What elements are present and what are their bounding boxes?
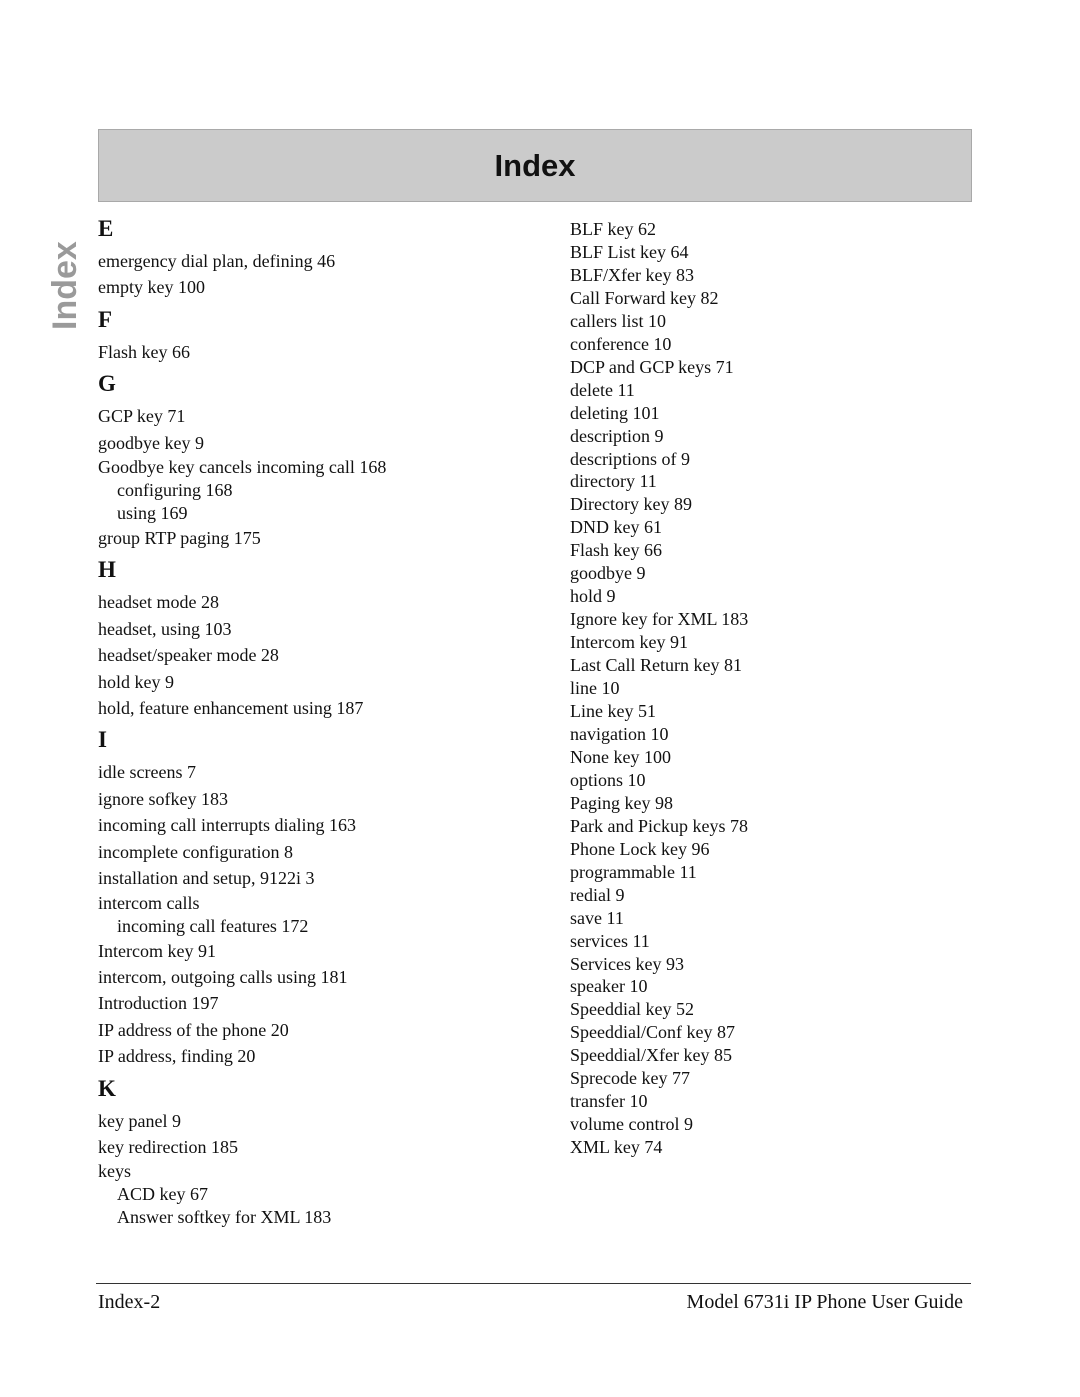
index-entry: headset mode 28 — [98, 592, 219, 613]
index-subentry: XML key 74 — [570, 1137, 663, 1158]
index-letter-group: G GCP key 71 goodbye key 9 Goodbye key canc… — [98, 371, 538, 551]
index-subentry: Line key 51 — [570, 701, 656, 722]
index-subentry: goodbye 9 — [570, 563, 646, 584]
index-letter-group: Eemergency dial plan, defining 46 empty k… — [98, 216, 538, 301]
index-subentry: BLF/Xfer key 83 — [570, 264, 694, 285]
index-entry: incoming call interrupts dialing 163 — [98, 815, 356, 836]
index-subentry: Speeddial key 52 — [570, 999, 694, 1020]
index-entry: headset, using 103 — [98, 618, 232, 639]
index-subentry: services 11 — [570, 930, 650, 951]
index-subentry: DCP and GCP keys 71 — [570, 356, 734, 377]
index-subentry: callers list 10 — [570, 310, 666, 331]
index-subentry: Call Forward key 82 — [570, 287, 719, 308]
index-subentry: Ignore key for XML 183 — [570, 609, 749, 630]
index-subentry: navigation 10 — [570, 723, 669, 744]
index-entry: idle screens 7 — [98, 762, 196, 783]
index-subentry: Last Call Return key 81 — [570, 655, 742, 676]
index-subentry: line 10 — [570, 678, 620, 699]
index-entry: hold, feature enhancement using 187 — [98, 698, 364, 719]
index-subentry: using 169 — [117, 503, 188, 524]
index-entry: Introduction 197 — [98, 993, 219, 1014]
index-subentry: Directory key 89 — [570, 494, 692, 515]
index-right-column: BLF key 62 BLF List key 64 BLF/Xfer key 83… — [570, 218, 970, 1159]
index-entry: key redirection 185 — [98, 1136, 238, 1157]
index-subentry: speaker 10 — [570, 976, 648, 997]
index-subentry: delete 11 — [570, 379, 635, 400]
index-subentry: conference 10 — [570, 333, 672, 354]
index-letter-heading: I — [98, 727, 107, 753]
index-subentry: Phone Lock key 96 — [570, 838, 710, 859]
page-title: Index — [494, 147, 576, 183]
index-subentry: Sprecode key 77 — [570, 1068, 690, 1089]
index-entry: IP address of the phone 20 — [98, 1019, 289, 1040]
index-letter-group: Kkey panel 9 key redirection 185 keys ACD k… — [98, 1076, 538, 1230]
index-entry: intercom, outgoing calls using 181 — [98, 966, 348, 987]
index-letter-heading: G — [98, 371, 116, 397]
footer-document-title: Model 6731i IP Phone User Guide — [686, 1291, 963, 1313]
index-subentry: directory 11 — [570, 471, 657, 492]
index-entry: headset/speaker mode 28 — [98, 645, 279, 666]
index-subentry: configuring 168 — [117, 480, 233, 501]
index-subentry: options 10 — [570, 769, 646, 790]
index-entry: empty key 100 — [98, 277, 205, 298]
index-header-banner: Index — [98, 129, 972, 202]
index-subentry: descriptions of 9 — [570, 448, 690, 469]
index-letter-group: Iidle screens 7 ignore sofkey 183 incoming… — [98, 727, 538, 1069]
index-entry: group RTP paging 175 — [98, 528, 261, 549]
index-letter-heading: H — [98, 557, 116, 583]
index-subentry: description 9 — [570, 425, 664, 446]
index-entry: Flash key 66 — [98, 341, 190, 362]
index-subentry: Speeddial/Xfer key 85 — [570, 1045, 732, 1066]
index-subentry: Flash key 66 — [570, 540, 662, 561]
index-entry: GCP key 71 — [98, 406, 186, 427]
index-entry: installation and setup, 9122i 3 — [98, 868, 315, 889]
index-entry: Intercom key 91 — [98, 940, 216, 961]
index-subentry: BLF List key 64 — [570, 241, 689, 262]
index-entry: intercom calls — [98, 892, 200, 913]
index-subentry: hold 9 — [570, 586, 616, 607]
index-left-column: Eemergency dial plan, defining 46 empty k… — [98, 216, 538, 1235]
index-subentry: DND key 61 — [570, 517, 662, 538]
footer-page-number: Index-2 — [98, 1291, 161, 1313]
index-subentry: Answer softkey for XML 183 — [117, 1207, 332, 1228]
index-entry: Goodbye key cancels incoming call 168 — [98, 457, 387, 478]
index-subentry: incoming call features 172 — [117, 915, 309, 936]
index-subentry: save 11 — [570, 907, 624, 928]
index-entry: emergency dial plan, defining 46 — [98, 251, 336, 271]
index-subentry: redial 9 — [570, 884, 625, 905]
index-letter-heading: F — [98, 306, 113, 332]
index-subentry: Paging key 98 — [570, 792, 673, 813]
index-subentry: Park and Pickup keys 78 — [570, 815, 748, 836]
footer-divider — [96, 1283, 971, 1284]
index-entry: ignore sofkey 183 — [98, 788, 228, 809]
index-entry: incomplete configuration 8 — [98, 841, 293, 862]
index-entry: keys — [98, 1161, 131, 1182]
section-side-tab: Index — [46, 241, 84, 330]
index-entry: hold key 9 — [98, 671, 174, 692]
index-subentry: Services key 93 — [570, 953, 684, 974]
index-entry: key panel 9 — [98, 1110, 181, 1131]
index-subentry: programmable 11 — [570, 861, 697, 882]
index-letter-group: Hheadset mode 28 headset, using 103 headse… — [98, 557, 538, 721]
index-subentry: volume control 9 — [570, 1114, 693, 1135]
index-subentry: ACD key 67 — [117, 1184, 208, 1205]
index-subentry: transfer 10 — [570, 1091, 648, 1112]
index-subentry: Intercom key 91 — [570, 632, 688, 653]
index-entry: IP address, finding 20 — [98, 1046, 256, 1067]
index-subentry: None key 100 — [570, 746, 671, 767]
index-subentry: Speeddial/Conf key 87 — [570, 1022, 735, 1043]
index-letter-heading: K — [98, 1075, 116, 1101]
index-letter-group: F Flash key 66 — [98, 307, 538, 365]
index-entry: goodbye key 9 — [98, 432, 204, 453]
index-subentry: deleting 101 — [570, 402, 660, 423]
index-subentry: BLF key 62 — [570, 219, 657, 239]
index-letter-heading: E — [98, 216, 114, 241]
